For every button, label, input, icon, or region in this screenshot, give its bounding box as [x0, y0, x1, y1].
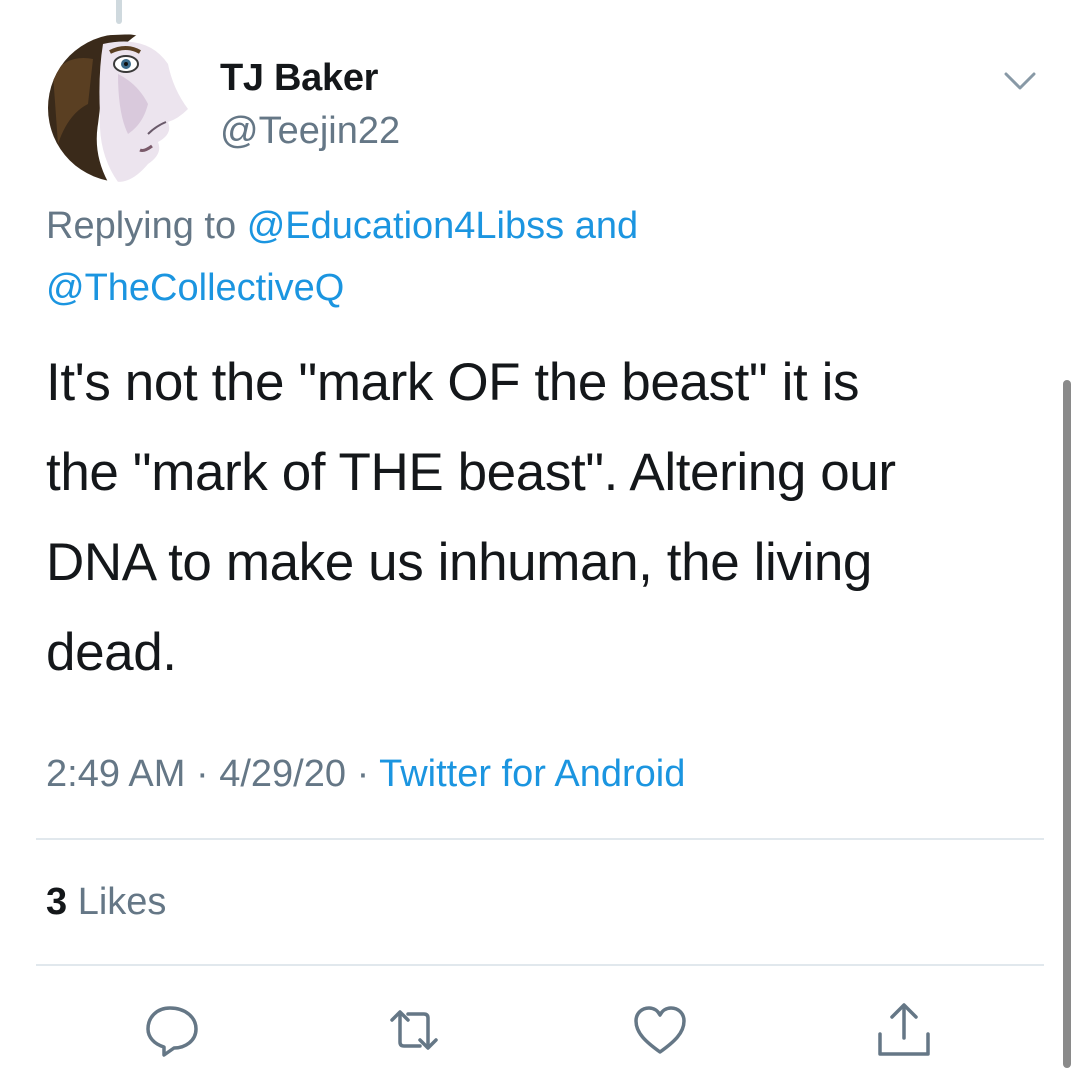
author-handle[interactable]: @Teejin22	[220, 110, 400, 153]
retweet-button[interactable]	[382, 1000, 446, 1060]
reply-joiner[interactable]: and	[575, 205, 638, 247]
tweet-text-line: It's not the "mark OF the beast" it is	[46, 353, 860, 412]
chevron-down-icon[interactable]	[1000, 66, 1040, 98]
tweet-meta: 2:49 AM · 4/29/20 · Twitter for Android	[46, 753, 685, 796]
retweet-icon	[382, 1000, 446, 1060]
tweet-time: 2:49 AM	[46, 753, 186, 795]
tweet-source-link[interactable]: Twitter for Android	[379, 753, 685, 795]
likes-label: Likes	[77, 881, 167, 923]
likes-count-link[interactable]: 3 Likes	[46, 881, 166, 924]
tweet-date: 4/29/20	[219, 753, 346, 795]
mention-link[interactable]: @Education4Libss	[247, 205, 564, 247]
tweet-text-line: DNA to make us inhuman, the living	[46, 533, 872, 592]
replying-to-label: Replying to	[46, 205, 237, 247]
divider	[36, 964, 1044, 966]
meta-separator: ·	[195, 753, 209, 795]
divider	[36, 838, 1044, 840]
author-name[interactable]: TJ Baker	[220, 57, 378, 100]
tweet-text-line: the "mark of THE beast". Altering our	[46, 443, 896, 502]
reply-button[interactable]	[140, 1000, 204, 1060]
thread-connector-line	[116, 0, 122, 24]
tweet-text-line: dead.	[46, 623, 177, 682]
meta-separator: ·	[356, 753, 370, 795]
avatar-image	[48, 34, 196, 182]
replying-to-line-2: @TheCollectiveQ	[46, 266, 344, 310]
share-button[interactable]	[872, 1000, 936, 1060]
heart-icon	[628, 1000, 692, 1060]
tweet-detail-screen: TJ Baker @Teejin22 Replying to @Educatio…	[0, 0, 1080, 1068]
scrollbar[interactable]	[1063, 380, 1071, 1068]
likes-count: 3	[46, 881, 68, 923]
like-button[interactable]	[628, 1000, 692, 1060]
share-icon	[872, 1000, 936, 1060]
reply-icon	[140, 1000, 204, 1060]
avatar[interactable]	[48, 34, 196, 182]
tweet-body: It's not the "mark OF the beast" it is t…	[46, 338, 1046, 698]
mention-link[interactable]: @TheCollectiveQ	[46, 267, 344, 309]
replying-to-line: Replying to @Education4Libss and	[46, 204, 638, 248]
